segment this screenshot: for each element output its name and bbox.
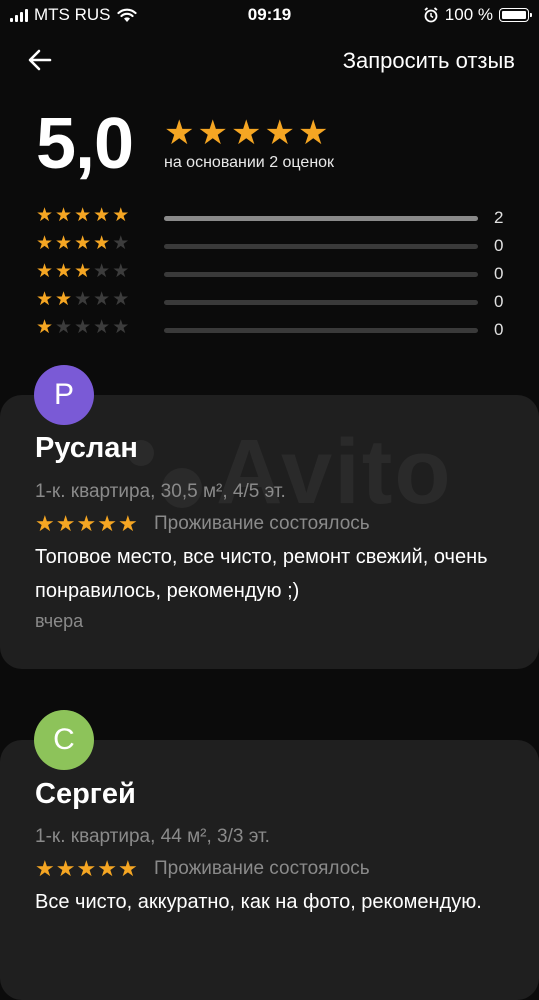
star-empty-icon: ★ [112, 233, 130, 254]
star-filled-icon: ★ [230, 114, 262, 152]
avatar: Р [34, 365, 94, 425]
star-filled-icon: ★ [55, 205, 73, 226]
distribution-bar [164, 244, 478, 249]
review-stars: ★ ★ ★ ★ ★ [35, 513, 138, 535]
status-bar: MTS RUS 09:19 100 % [0, 0, 539, 32]
distribution-stars: ★ ★ ★ ★ ★ [36, 262, 129, 281]
top-nav: Запросить отзыв [0, 40, 539, 84]
star-empty-icon: ★ [112, 261, 130, 282]
star-empty-icon: ★ [112, 317, 130, 338]
review-date: вчера [35, 611, 84, 631]
distribution-bar [164, 272, 478, 277]
arrow-left-icon[interactable] [24, 44, 56, 76]
distribution-bar [164, 300, 478, 305]
request-review-button[interactable]: Запросить отзыв [343, 48, 515, 74]
star-filled-icon: ★ [93, 205, 111, 226]
star-filled-icon: ★ [36, 317, 54, 338]
star-empty-icon: ★ [55, 317, 73, 338]
star-filled-icon: ★ [55, 233, 73, 254]
star-filled-icon: ★ [55, 511, 76, 536]
star-filled-icon: ★ [36, 289, 54, 310]
star-empty-icon: ★ [112, 289, 130, 310]
rating-caption: на основании 2 оценок [164, 154, 335, 171]
star-filled-icon: ★ [76, 511, 97, 536]
rating-distribution: ★ ★ ★ ★ ★ 2 ★ ★ ★ ★ ★ 0 ★ ★ ★ ★ ★ 0 ★ ★ ★ ★ ★ 0 ★ ★ ★ ★ ★ 0 [36, 206, 506, 346]
distribution-row: ★ ★ ★ ★ ★ 2 [36, 206, 506, 234]
distribution-count: 0 [494, 292, 504, 311]
star-filled-icon: ★ [55, 261, 73, 282]
review-text: Топовое место, все чисто, ремонт свежий,… [35, 546, 488, 602]
review-text: Все чисто, аккуратно, как на фото, реком… [35, 891, 482, 913]
average-score: 5,0 [36, 104, 134, 184]
star-filled-icon: ★ [55, 856, 76, 881]
star-empty-icon: ★ [74, 289, 92, 310]
summary-stars: ★ ★ ★ ★ ★ [164, 116, 328, 150]
star-filled-icon: ★ [164, 114, 195, 152]
stay-status: Проживание состоялось [154, 513, 370, 534]
star-filled-icon: ★ [93, 233, 111, 254]
avatar: С [34, 710, 94, 770]
status-right: 100 % [423, 5, 532, 25]
star-filled-icon: ★ [36, 205, 54, 226]
star-empty-icon: ★ [93, 317, 111, 338]
star-filled-icon: ★ [35, 856, 55, 881]
distribution-stars: ★ ★ ★ ★ ★ [36, 290, 129, 309]
distribution-stars: ★ ★ ★ ★ ★ [36, 206, 129, 225]
star-filled-icon: ★ [74, 233, 92, 254]
star-filled-icon: ★ [97, 856, 117, 881]
review-stars: ★ ★ ★ ★ ★ [35, 858, 138, 880]
distribution-row: ★ ★ ★ ★ ★ 0 [36, 318, 506, 346]
star-filled-icon: ★ [76, 856, 97, 881]
stay-status: Проживание состоялось [154, 858, 370, 879]
star-filled-icon: ★ [35, 511, 55, 536]
distribution-bar [164, 216, 478, 221]
distribution-count: 0 [494, 264, 504, 283]
star-filled-icon: ★ [117, 511, 138, 536]
star-empty-icon: ★ [93, 261, 111, 282]
distribution-stars: ★ ★ ★ ★ ★ [36, 318, 129, 337]
battery-icon [499, 8, 532, 22]
star-filled-icon: ★ [74, 205, 92, 226]
distribution-count: 0 [494, 236, 504, 255]
distribution-count: 0 [494, 320, 504, 339]
distribution-row: ★ ★ ★ ★ ★ 0 [36, 234, 506, 262]
distribution-row: ★ ★ ★ ★ ★ 0 [36, 262, 506, 290]
rating-summary: 5,0 ★ ★ ★ ★ ★ на основании 2 оценок [36, 104, 334, 184]
star-filled-icon: ★ [97, 511, 117, 536]
distribution-bar-fill [164, 216, 478, 221]
star-empty-icon: ★ [74, 317, 92, 338]
star-filled-icon: ★ [55, 289, 73, 310]
review-property: 1-к. квартира, 44 м², 3/3 эт. [35, 826, 270, 847]
battery-percent: 100 % [444, 5, 493, 24]
review-author: Руслан [35, 432, 138, 464]
star-filled-icon: ★ [112, 205, 130, 226]
review-property: 1-к. квартира, 30,5 м², 4/5 эт. [35, 481, 286, 502]
star-filled-icon: ★ [197, 114, 228, 152]
star-filled-icon: ★ [74, 261, 92, 282]
star-filled-icon: ★ [36, 261, 54, 282]
star-filled-icon: ★ [264, 114, 295, 152]
star-filled-icon: ★ [36, 233, 54, 254]
star-filled-icon: ★ [297, 114, 329, 152]
review-author: Сергей [35, 778, 136, 810]
alarm-icon [424, 7, 438, 23]
distribution-count: 2 [494, 208, 504, 227]
distribution-bar [164, 328, 478, 333]
distribution-stars: ★ ★ ★ ★ ★ [36, 234, 129, 253]
distribution-row: ★ ★ ★ ★ ★ 0 [36, 290, 506, 318]
star-filled-icon: ★ [117, 856, 138, 881]
star-empty-icon: ★ [93, 289, 111, 310]
